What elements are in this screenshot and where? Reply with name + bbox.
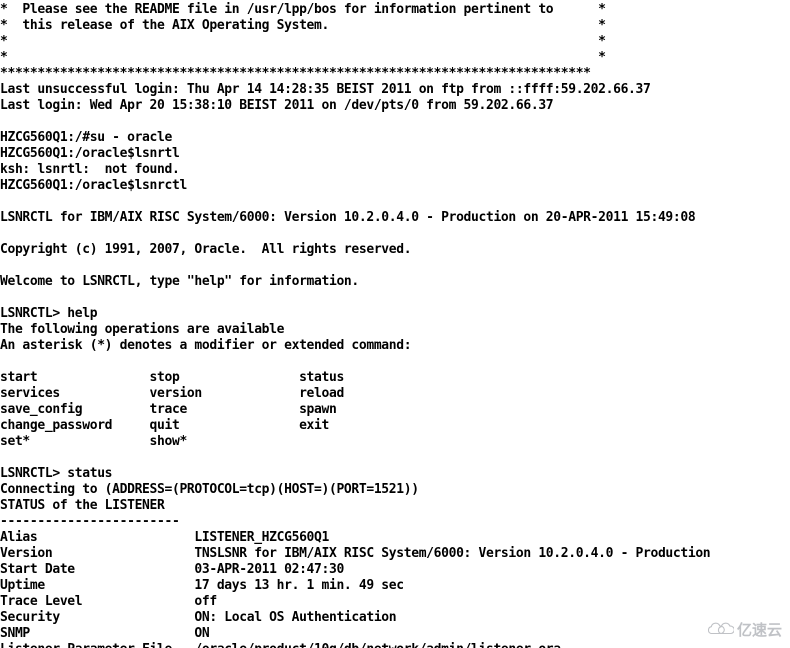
terminal-screen[interactable]: * Please see the README file in /usr/lpp…: [0, 0, 790, 648]
terminal-output-text: * Please see the README file in /usr/lpp…: [0, 2, 711, 648]
